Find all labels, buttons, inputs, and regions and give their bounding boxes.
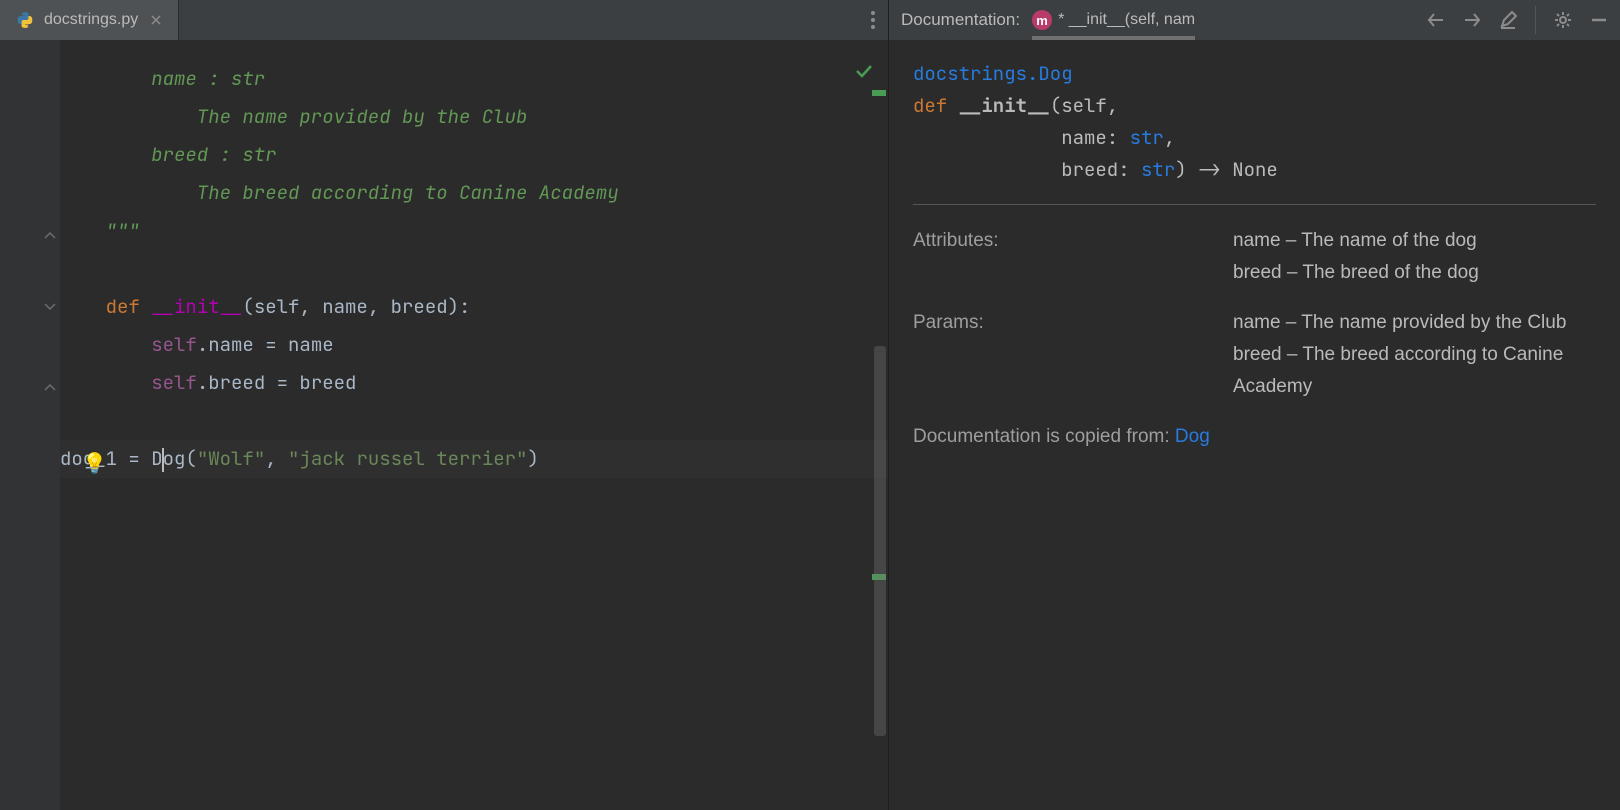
code-text: breed : str <box>60 142 277 167</box>
intention-bulb-icon[interactable]: 💡 <box>82 444 107 482</box>
editor-tab[interactable]: docstrings.py <box>0 0 179 40</box>
doc-copied-from: Documentation is copied from: Dog <box>913 421 1596 453</box>
python-file-icon <box>16 11 34 29</box>
back-icon[interactable] <box>1427 11 1445 29</box>
attributes-label: Attributes: <box>913 225 1233 289</box>
code-text: def <box>106 294 152 319</box>
separator <box>1535 6 1536 34</box>
code-text: .breed = breed <box>197 370 357 395</box>
code-text: .name = name <box>197 332 334 357</box>
code-text: ) <box>527 446 538 471</box>
code-text: __init__ <box>151 294 242 319</box>
method-badge-icon: m <box>1032 10 1052 30</box>
params-value: name – The name provided by the Club bre… <box>1233 307 1596 403</box>
documentation-pane: Documentation: m * __init__(self, nam do… <box>888 0 1620 810</box>
documentation-content: docstrings.Dog def __init__(self, name: … <box>889 40 1620 810</box>
editor-gutter[interactable] <box>0 40 60 810</box>
minimize-icon[interactable] <box>1590 11 1608 29</box>
code-text: """ <box>60 218 140 243</box>
gear-icon[interactable] <box>1554 11 1572 29</box>
fold-icon[interactable] <box>44 302 56 314</box>
doc-copied-link[interactable]: Dog <box>1175 426 1210 447</box>
documentation-toolbar <box>1427 6 1608 34</box>
code-text: ( <box>185 446 196 471</box>
code-text: The name provided by the Club <box>60 104 527 129</box>
code-text: "jack russel terrier" <box>288 446 527 471</box>
editor-body: name : str The name provided by the Club… <box>0 40 888 810</box>
divider <box>913 204 1596 205</box>
forward-icon[interactable] <box>1463 11 1481 29</box>
code-text: , <box>265 446 288 471</box>
editor-pane: docstrings.py <box>0 0 888 810</box>
editor-tab-label: docstrings.py <box>44 11 138 29</box>
fold-icon[interactable] <box>44 226 56 238</box>
params-label: Params: <box>913 307 1233 403</box>
code-area[interactable]: name : str The name provided by the Club… <box>60 40 888 810</box>
doc-properties: Attributes: name – The name of the dog b… <box>913 225 1596 403</box>
code-text: "Wolf" <box>197 446 265 471</box>
documentation-tab[interactable]: m * __init__(self, nam <box>1032 0 1195 40</box>
documentation-header: Documentation: m * __init__(self, nam <box>889 0 1620 40</box>
code-text: The breed according to Canine Academy <box>60 180 619 205</box>
code-text: (self, name, breed): <box>242 294 470 319</box>
scrollbar-thumb[interactable] <box>874 346 886 736</box>
more-icon[interactable] <box>870 10 876 30</box>
code-caret-line[interactable]: dog_1 = Dog("Wolf", "jack russel terrier… <box>60 440 888 478</box>
documentation-title: Documentation: <box>901 10 1020 30</box>
code-text: self <box>151 370 197 395</box>
close-icon[interactable] <box>148 12 164 28</box>
code-text: name : str <box>60 66 265 91</box>
documentation-tab-label: * __init__(self, nam <box>1058 11 1195 29</box>
edit-icon[interactable] <box>1499 11 1517 29</box>
attributes-value: name – The name of the dog breed – The b… <box>1233 225 1596 289</box>
editor-tab-bar: docstrings.py <box>0 0 888 40</box>
fold-icon[interactable] <box>44 378 56 390</box>
doc-qualified-link[interactable]: docstrings.Dog <box>913 61 1073 86</box>
editor-scrollbar[interactable] <box>874 40 888 810</box>
code-text: self <box>151 332 197 357</box>
inspection-ok-icon[interactable] <box>854 56 874 94</box>
doc-signature: docstrings.Dog def __init__(self, name: … <box>913 58 1596 186</box>
